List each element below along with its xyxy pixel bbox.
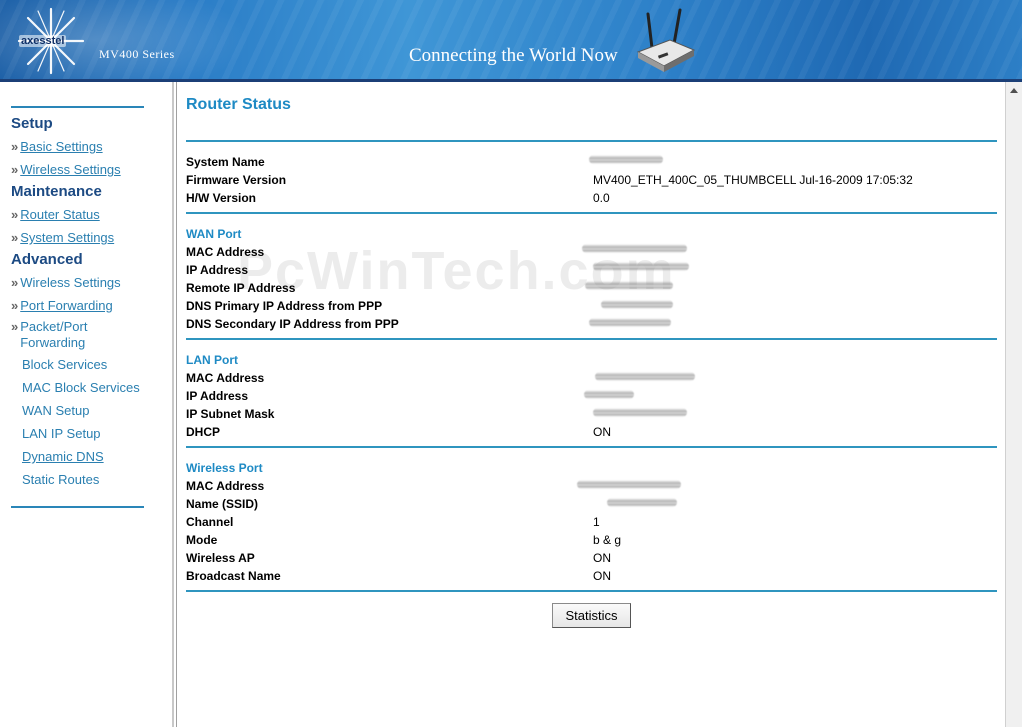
sidebar-item-packet-port-forwarding[interactable]: » Packet/Port Forwarding	[11, 319, 140, 351]
section-title-wan: WAN Port	[186, 227, 242, 241]
redacted-value	[607, 498, 677, 507]
value-hw-version: 0.0	[593, 191, 610, 205]
bullet-icon: »	[11, 319, 19, 334]
label-wireless-ssid: Name (SSID)	[186, 497, 259, 511]
sidebar-nav: Setup » Basic Settings » Wireless Settings…	[0, 82, 174, 727]
value-broadcast-name: ON	[593, 569, 611, 583]
value-lan-dhcp: ON	[593, 425, 611, 439]
divider	[186, 446, 997, 448]
value-wireless-ap: ON	[593, 551, 611, 565]
redacted-value	[593, 408, 687, 417]
sidebar-item-adv-wireless-settings[interactable]: » Wireless Settings	[11, 275, 121, 291]
label-lan-ip: IP Address	[186, 389, 249, 403]
label-wan-remote-ip: Remote IP Address	[186, 281, 296, 295]
banner-background	[0, 0, 1022, 82]
divider	[186, 590, 997, 592]
bullet-icon: »	[11, 230, 19, 245]
label-wan-mac: MAC Address	[186, 245, 265, 259]
sidebar-item-port-forwarding[interactable]: » Port Forwarding	[11, 298, 113, 314]
redacted-value	[589, 318, 671, 327]
sidebar-top-rule	[11, 106, 144, 108]
sidebar-item-static-routes[interactable]: Static Routes	[11, 472, 99, 488]
bullet-icon: »	[11, 298, 19, 313]
bullet-icon: »	[11, 275, 19, 290]
label-wireless-mac: MAC Address	[186, 479, 265, 493]
label-wan-dns-secondary: DNS Secondary IP Address from PPP	[186, 317, 399, 331]
sidebar-bottom-rule	[11, 506, 144, 508]
redacted-value	[584, 390, 634, 399]
sidebar-item-basic-settings[interactable]: » Basic Settings	[11, 139, 103, 155]
bullet-icon: »	[11, 162, 19, 177]
router-status-panel: PcWinTech.com Router Status System Name …	[176, 82, 1005, 727]
vertical-scrollbar[interactable]	[1005, 82, 1022, 727]
sidebar-item-wan-setup[interactable]: WAN Setup	[11, 403, 89, 419]
label-wireless-channel: Channel	[186, 515, 234, 529]
label-broadcast-name: Broadcast Name	[186, 569, 281, 583]
redacted-value	[585, 281, 673, 290]
redacted-value	[582, 244, 687, 253]
sidebar-item-block-services[interactable]: Block Services	[11, 357, 107, 373]
nav-heading-advanced: Advanced	[11, 251, 83, 268]
nav-heading-maintenance: Maintenance	[11, 183, 102, 200]
label-wan-dns-primary: DNS Primary IP Address from PPP	[186, 299, 383, 313]
section-title-wireless: Wireless Port	[186, 461, 263, 475]
sidebar-item-lan-ip-setup[interactable]: LAN IP Setup	[11, 426, 101, 442]
redacted-value	[595, 372, 695, 381]
nav-heading-setup: Setup	[11, 115, 53, 132]
page-title: Router Status	[186, 96, 291, 113]
redacted-value	[601, 300, 673, 309]
label-hw-version: H/W Version	[186, 191, 257, 205]
label-lan-dhcp: DHCP	[186, 425, 221, 439]
bullet-icon: »	[11, 139, 19, 154]
redacted-value	[593, 262, 689, 271]
bullet-icon: »	[11, 207, 19, 222]
product-series: MV400 Series	[99, 47, 175, 61]
sidebar-item-system-settings[interactable]: » System Settings	[11, 230, 114, 246]
label-wireless-ap: Wireless AP	[186, 551, 255, 565]
header-banner: axesstel MV400 Series Connecting the Wor…	[0, 0, 1022, 82]
label-lan-subnet: IP Subnet Mask	[186, 407, 275, 421]
label-wan-ip: IP Address	[186, 263, 249, 277]
label-wireless-mode: Mode	[186, 533, 218, 547]
value-wireless-channel: 1	[593, 515, 600, 529]
divider	[186, 212, 997, 214]
label-firmware-version: Firmware Version	[186, 173, 287, 187]
redacted-value	[589, 155, 663, 164]
tagline: Connecting the World Now	[409, 45, 618, 66]
sidebar-item-router-status[interactable]: » Router Status	[11, 207, 100, 223]
sidebar-item-wireless-settings[interactable]: » Wireless Settings	[11, 162, 121, 178]
router-device-icon	[636, 8, 696, 72]
label-system-name: System Name	[186, 155, 265, 169]
redacted-value	[577, 480, 681, 489]
divider	[186, 338, 997, 340]
value-firmware-version: MV400_ETH_400C_05_THUMBCELL Jul-16-2009 …	[593, 173, 913, 187]
brand-logo-text: axesstel	[19, 35, 67, 47]
sidebar-item-dynamic-dns[interactable]: Dynamic DNS	[11, 449, 104, 465]
statistics-button[interactable]: Statistics	[552, 603, 631, 628]
section-title-lan: LAN Port	[186, 353, 238, 367]
sidebar-item-mac-block-services[interactable]: MAC Block Services	[11, 380, 140, 396]
value-wireless-mode: b & g	[593, 533, 622, 547]
scroll-up-arrow-icon[interactable]	[1010, 88, 1018, 93]
divider	[186, 140, 997, 142]
label-lan-mac: MAC Address	[186, 371, 265, 385]
